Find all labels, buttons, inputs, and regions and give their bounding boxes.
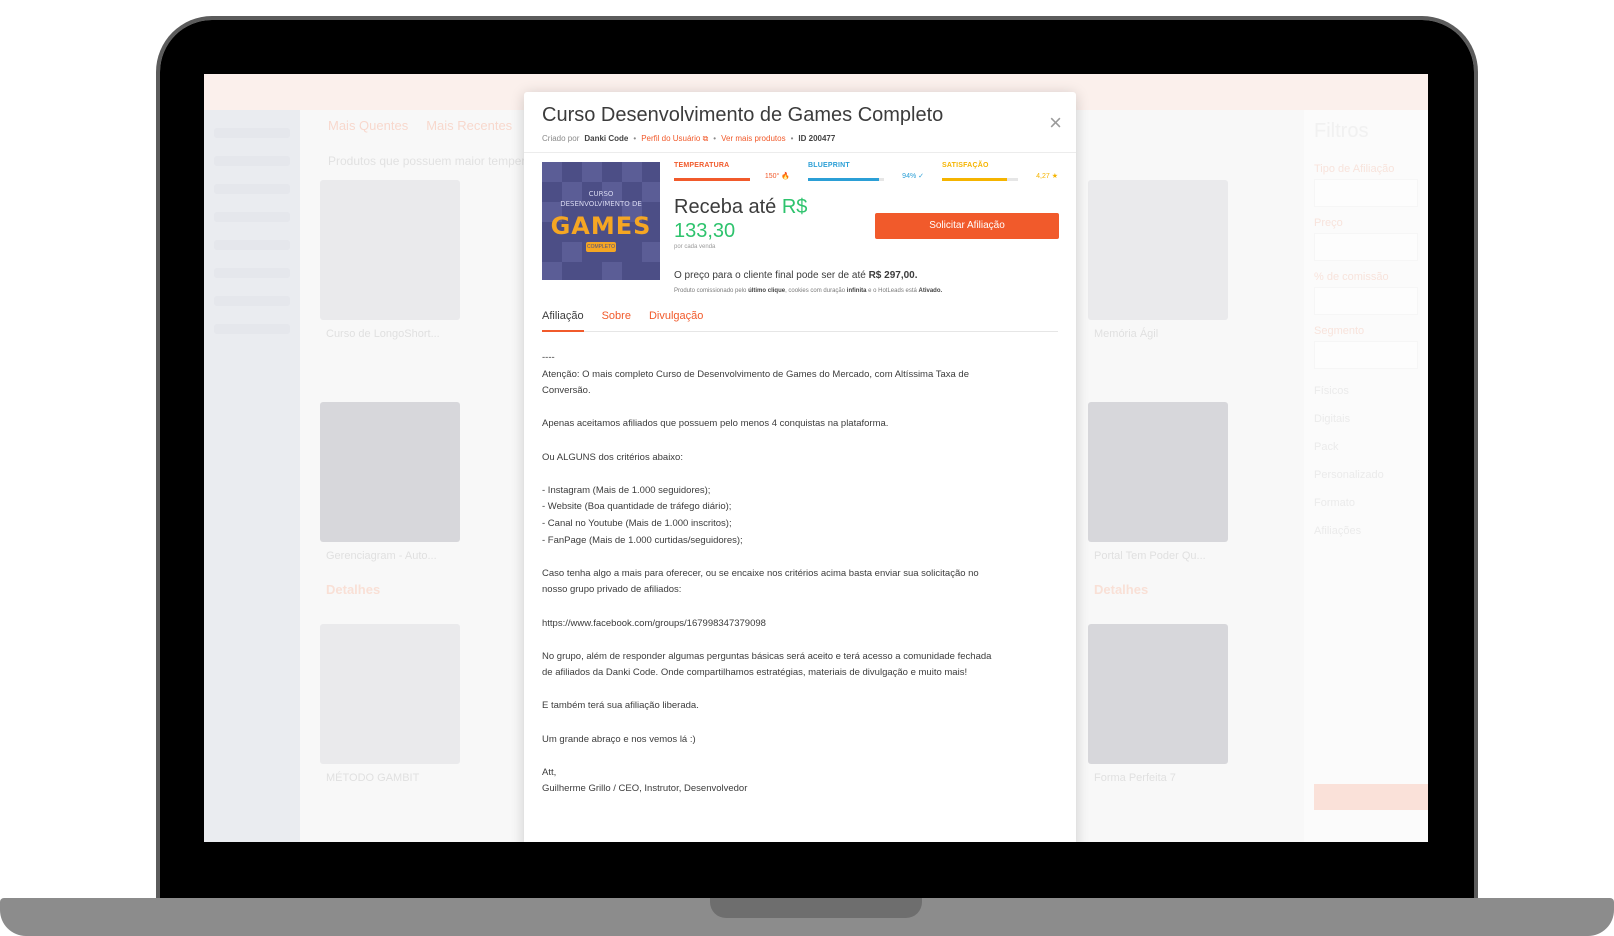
- tab-sobre[interactable]: Sobre: [602, 306, 631, 331]
- laptop-notch: [710, 898, 922, 918]
- text-line: - Canal no Youtube (Mais de 1.000 inscri…: [542, 517, 732, 529]
- modal-meta: Criado por Danki Code • Perfil do Usuári…: [542, 134, 835, 144]
- text-line: Atenção: O mais completo Curso de Desenv…: [542, 368, 969, 380]
- metric-bar: [674, 178, 750, 181]
- cover-badge: COMPLETO: [586, 242, 616, 252]
- metric-value: 94% ✓: [902, 173, 924, 180]
- creator-name: Danki Code: [584, 134, 629, 143]
- bullet: •: [713, 134, 717, 143]
- earn-currency: R$: [781, 196, 808, 218]
- text-line: - FanPage (Mais de 1.000 curtidas/seguid…: [542, 534, 743, 546]
- text-line: - Website (Boa quantidade de tráfego diá…: [542, 501, 732, 513]
- tab-divulgacao[interactable]: Divulgação: [649, 306, 703, 331]
- close-icon[interactable]: ×: [1049, 112, 1062, 134]
- bullet: •: [790, 134, 794, 143]
- text-line: E também terá sua afiliação liberada.: [542, 700, 699, 712]
- text-line: ----: [542, 352, 555, 363]
- text-line: Um grande abraço e nos vemos lá :): [542, 733, 696, 745]
- text-line: Ou ALGUNS dos critérios abaixo:: [542, 451, 683, 463]
- more-products-link[interactable]: Ver mais produtos: [721, 134, 785, 144]
- metric-label: TEMPERATURA: [674, 162, 730, 169]
- text-line: - Instagram (Mais de 1.000 seguidores);: [542, 484, 711, 496]
- final-price-value: R$ 297,00.: [868, 270, 918, 281]
- text-line: nosso grupo privado de afiliados:: [542, 584, 682, 596]
- product-cover-image: CURSO DESENVOLVIMENTO DE GAMES COMPLETO: [542, 162, 660, 280]
- text-line: Att,: [542, 766, 557, 778]
- earn-per-sale: por cada venda: [674, 244, 716, 250]
- blueprint-metric: BLUEPRINT 94% ✓: [808, 162, 924, 181]
- affiliation-description: ---- Atenção: O mais completo Curso de D…: [542, 350, 1058, 798]
- commission-note: Produto comissionado pelo último clique,…: [674, 288, 943, 294]
- cover-text: DESENVOLVIMENTO DE: [560, 200, 642, 208]
- metric-value: 150° 🔥: [764, 173, 790, 180]
- temperature-metric: TEMPERATURA 150° 🔥: [674, 162, 790, 181]
- metric-label: BLUEPRINT: [808, 162, 850, 169]
- screen: Mais Quentes Mais Recentes Produtos que …: [204, 74, 1428, 842]
- text-line: Guilherme Grillo / CEO, Instrutor, Desen…: [542, 783, 748, 795]
- satisfaction-metric: SATISFAÇÃO 4,27 ★: [942, 162, 1058, 181]
- modal-title: Curso Desenvolvimento de Games Completo: [542, 104, 944, 126]
- metric-value: 4,27 ★: [1036, 173, 1058, 180]
- earn-amount: 133,30: [674, 220, 736, 242]
- tab-afiliacao[interactable]: Afiliação: [542, 306, 584, 332]
- laptop-base: [0, 898, 1614, 936]
- metric-label: SATISFAÇÃO: [942, 162, 989, 169]
- divider: [524, 152, 1076, 153]
- product-id: ID 200477: [798, 134, 836, 143]
- text-line: Apenas aceitamos afiliados que possuem p…: [542, 418, 889, 430]
- bullet: •: [633, 134, 637, 143]
- text-line: de afiliados da Danki Code. Onde compart…: [542, 667, 968, 679]
- created-by-label: Criado por: [542, 134, 580, 143]
- earn-heading: Receba até R$: [674, 196, 808, 218]
- cover-text: CURSO: [588, 190, 614, 198]
- metric-bar: [942, 178, 1018, 181]
- modal-tabs: Afiliação Sobre Divulgação: [542, 306, 1058, 332]
- product-modal: Curso Desenvolvimento de Games Completo …: [524, 92, 1076, 842]
- metric-bar: [808, 178, 884, 181]
- text-line: Caso tenha algo a mais para oferecer, ou…: [542, 567, 979, 579]
- profile-link[interactable]: Perfil do Usuário ⧉: [641, 134, 708, 144]
- facebook-group-link[interactable]: https://www.facebook.com/groups/16799834…: [542, 616, 1058, 633]
- request-affiliation-button[interactable]: Solicitar Afiliação: [875, 213, 1059, 239]
- final-price-text: O preço para o cliente final pode ser de…: [674, 270, 918, 281]
- text-line: Conversão.: [542, 385, 591, 397]
- text-line: No grupo, além de responder algumas perg…: [542, 650, 992, 662]
- cover-title: GAMES: [550, 212, 652, 240]
- external-link-icon: ⧉: [702, 134, 709, 143]
